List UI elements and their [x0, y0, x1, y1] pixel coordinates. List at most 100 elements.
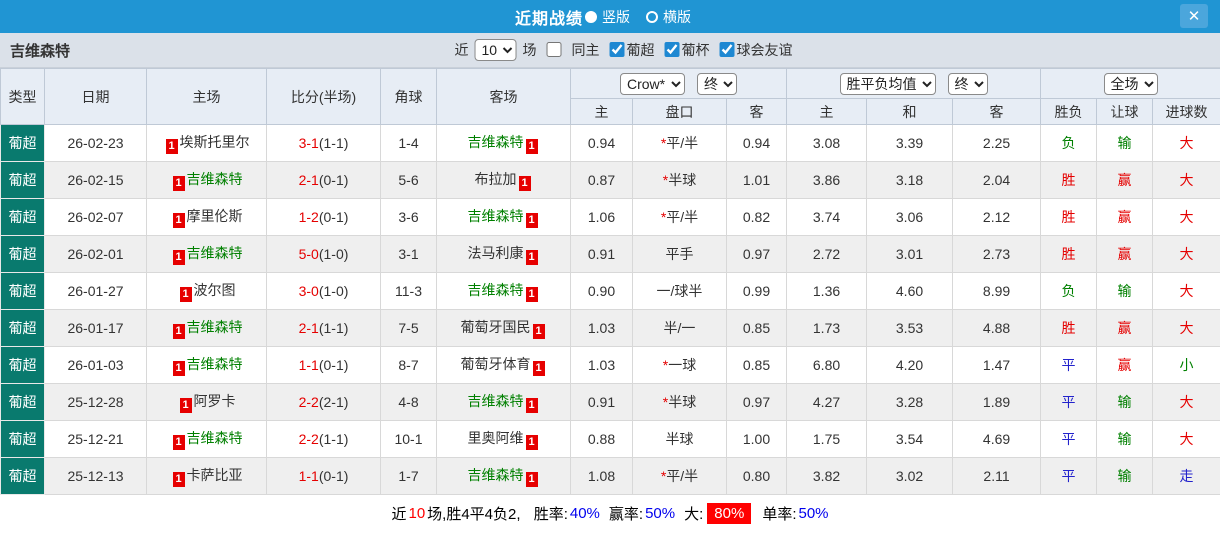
wdl-result-cell: 平	[1040, 420, 1098, 458]
red-card-icon: 1	[172, 324, 185, 339]
handicap-line: 半/一	[663, 320, 696, 336]
filter-option[interactable]: 葡杯	[657, 40, 710, 60]
fulltime-score: 3-0	[298, 283, 319, 299]
result-group-header: 全场	[1040, 68, 1220, 99]
red-card-icon: 1	[172, 250, 185, 265]
filter-checkbox[interactable]	[546, 42, 562, 58]
avg-type-select[interactable]: 胜平负均值	[839, 72, 936, 95]
handicap-line: 平/半	[666, 209, 699, 225]
match-count-select[interactable]: 10	[474, 39, 517, 61]
single-rate-label: 单率:	[762, 506, 797, 523]
score-cell: 1-1(0-1)	[266, 346, 381, 384]
league-cell: 葡超	[0, 457, 45, 495]
league-cell: 葡超	[0, 309, 45, 347]
wdl-result-cell: 胜	[1040, 235, 1098, 273]
date-cell: 26-02-07	[44, 198, 147, 236]
away-team-cell: 吉维森特 1	[436, 457, 571, 495]
filter-option[interactable]: 球会友谊	[712, 40, 793, 60]
red-card-icon: 1	[179, 398, 192, 413]
avg-odds-group-header: 胜平负均值 终	[786, 68, 1042, 99]
league-cell: 葡超	[0, 124, 45, 162]
home-team-cell: 1 吉维森特	[146, 346, 267, 384]
away-team-name: 里奥阿维	[467, 430, 524, 446]
match-row: 葡超 26-01-17 1 吉维森特 2-1(1-1) 7-5 葡萄牙国民 1 1.…	[0, 309, 1220, 347]
handicap-away-odds-cell: 0.94	[725, 124, 788, 162]
away-team-cell: 葡萄牙体育 1	[436, 346, 571, 384]
away-team-name: 葡萄牙体育	[460, 356, 531, 372]
bookmaker-time-select[interactable]: 终	[697, 72, 737, 95]
filter-label: 球会友谊	[736, 41, 793, 58]
handicap-home-odds-cell: 1.03	[570, 309, 633, 347]
close-button[interactable]: ✕	[1180, 4, 1208, 28]
col-let: 让球	[1096, 98, 1154, 125]
games-label: 场	[522, 42, 537, 58]
handicap-away-odds-cell: 0.99	[725, 272, 788, 310]
away-team-name: 吉维森特	[467, 282, 524, 298]
avg-away-odds-cell: 2.12	[952, 198, 1042, 236]
home-team-name: 吉维森特	[186, 430, 243, 446]
avg-away-odds-cell: 4.69	[952, 420, 1042, 458]
handicap-result-cell: 输	[1096, 124, 1154, 162]
home-team-name: 阿罗卡	[193, 393, 236, 409]
red-card-icon: 1	[179, 287, 192, 302]
home-team-name: 吉维森特	[186, 356, 243, 372]
goals-result-cell: 大	[1152, 272, 1220, 310]
radio-icon[interactable]	[646, 10, 658, 23]
avg-draw-odds-cell: 3.02	[866, 457, 954, 495]
handicap-line-cell: *平手	[632, 235, 727, 273]
avg-away-odds-cell: 4.88	[952, 309, 1042, 347]
score-cell: 2-1(1-1)	[266, 309, 381, 347]
away-team-name: 法马利康	[467, 245, 524, 261]
date-cell: 25-12-28	[44, 383, 147, 421]
handicap-away-odds-cell: 0.85	[725, 346, 788, 384]
team-name: 吉维森特	[10, 42, 71, 60]
home-team-cell: 1 卡萨比亚	[146, 457, 267, 495]
wdl-result-cell: 负	[1040, 272, 1098, 310]
filter-option[interactable]: 同主	[539, 40, 600, 60]
away-team-name: 吉维森特	[467, 208, 524, 224]
col-goals: 进球数	[1152, 98, 1220, 125]
goals-result-cell: 大	[1152, 161, 1220, 199]
handicap-rate-label: 赢率:	[608, 506, 644, 523]
filter-checkbox[interactable]	[609, 42, 625, 58]
handicap-line: 平/半	[666, 135, 699, 151]
big-rate-badge: 80%	[707, 503, 752, 524]
halftime-score: (2-1)	[318, 394, 349, 410]
filter-checkbox[interactable]	[719, 42, 735, 58]
avg-draw-odds-cell: 3.39	[866, 124, 954, 162]
home-team-name: 摩里伦斯	[186, 208, 243, 224]
view-option[interactable]: 竖版	[583, 7, 630, 27]
goals-result-cell: 大	[1152, 420, 1220, 458]
avg-time-select[interactable]: 终	[947, 72, 988, 95]
handicap-result-cell: 输	[1096, 457, 1154, 495]
corner-cell: 8-7	[380, 346, 437, 384]
avg-away-odds-cell: 2.25	[952, 124, 1042, 162]
scope-select[interactable]: 全场	[1103, 72, 1158, 95]
away-team-name: 吉维森特	[467, 134, 524, 150]
fulltime-score: 2-1	[298, 172, 319, 188]
home-team-cell: 1 摩里伦斯	[146, 198, 267, 236]
away-team-cell: 吉维森特 1	[436, 272, 571, 310]
league-cell: 葡超	[0, 198, 45, 236]
away-team-name: 吉维森特	[467, 393, 524, 409]
halftime-score: (1-0)	[318, 283, 349, 299]
filter-option[interactable]: 葡超	[602, 40, 655, 60]
handicap-result-cell: 输	[1096, 420, 1154, 458]
away-team-name: 布拉加	[474, 171, 517, 187]
score-cell: 1-2(0-1)	[266, 198, 381, 236]
date-cell: 26-02-01	[44, 235, 147, 273]
handicap-line: 平手	[665, 246, 694, 262]
col-date: 日期	[44, 68, 147, 125]
filter-checkbox[interactable]	[664, 42, 680, 58]
corner-cell: 5-6	[380, 161, 437, 199]
col-home: 主场	[146, 68, 267, 125]
red-card-icon: 1	[525, 472, 538, 487]
score-cell: 2-2(1-1)	[266, 420, 381, 458]
view-option[interactable]: 横版	[644, 7, 691, 27]
score-cell: 2-2(2-1)	[266, 383, 381, 421]
radio-icon[interactable]	[585, 10, 597, 23]
avg-home-odds-cell: 1.75	[786, 420, 868, 458]
home-team-name: 波尔图	[193, 282, 236, 298]
view-option-label: 横版	[663, 8, 691, 25]
bookmaker-select[interactable]: Crow*	[620, 72, 685, 95]
